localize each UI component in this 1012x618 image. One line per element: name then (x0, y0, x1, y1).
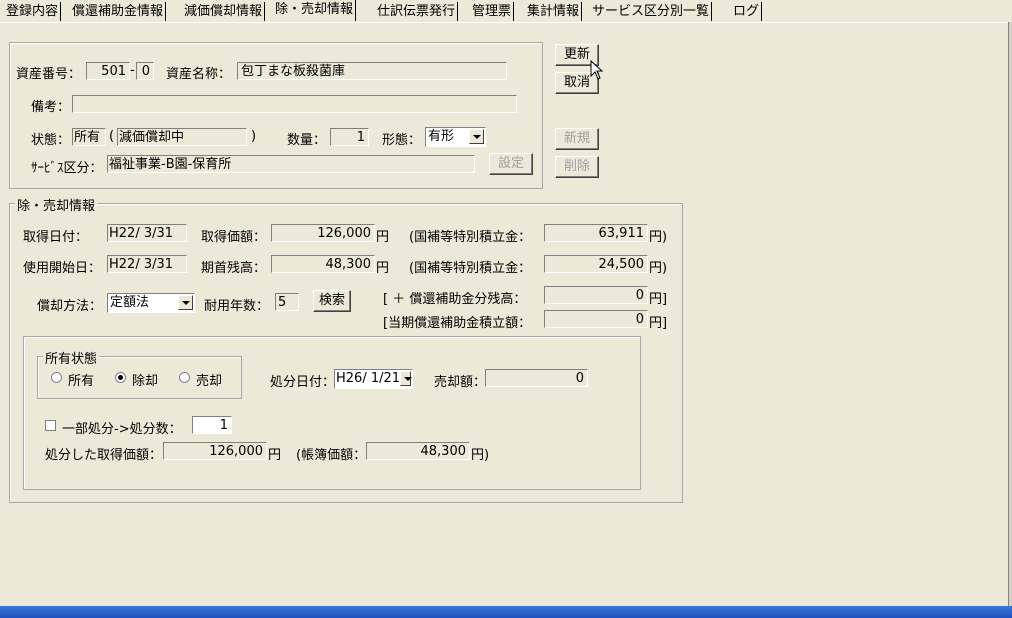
tab-summary[interactable]: 集計情報 (525, 2, 583, 21)
radio-owned-label: 所有 (68, 374, 95, 389)
partial-disposal-label: 一部処分->処分数： (62, 422, 182, 437)
new-button[interactable]: 新規 (555, 128, 599, 150)
subsidy2-suffix: 円) (649, 261, 668, 276)
book-value-label: (帳簿価額： (296, 448, 367, 463)
asset-number-separator: - (130, 63, 135, 78)
tab-bar: 登録内容 償還補助金情報 減価償却情報 除・売却情報 仕訳伝票発行 管理票 集計… (0, 0, 1012, 23)
acq-date-label: 取得日付： (23, 230, 89, 245)
radio-disposed[interactable] (115, 372, 126, 383)
opening-balance-field: 48,300 (271, 255, 375, 273)
repay-balance-suffix: 円] (649, 292, 668, 307)
form-select[interactable]: 有形 (425, 127, 486, 147)
tab-depreciation[interactable]: 減価償却情報 (182, 2, 266, 21)
asset-name-label: 資産名称： (166, 67, 232, 82)
asset-name-field[interactable]: 包丁まな板殺菌庫 (237, 62, 507, 80)
radio-sold-label: 売却 (196, 374, 223, 389)
life-field[interactable]: 5 (275, 293, 299, 311)
tab-disposal-sale[interactable]: 除・売却情報 (273, 0, 357, 21)
sale-amount-field[interactable]: 0 (485, 369, 588, 387)
current-reserve-field: 0 (544, 310, 648, 328)
status-detail-field: 減価償却中 (117, 128, 247, 146)
repay-balance-field: 0 (544, 286, 648, 304)
tab-log[interactable]: ログ (731, 2, 763, 21)
subsidy1-suffix: 円) (649, 230, 668, 245)
disposed-acq-yen: 円 (268, 448, 282, 463)
search-button[interactable]: 検索 (313, 290, 351, 312)
sale-amount-label: 売却額： (434, 375, 487, 390)
tab-journal-voucher[interactable]: 仕訳伝票発行 (375, 2, 459, 21)
opening-balance-yen: 円 (376, 261, 390, 276)
service-setting-button[interactable]: 設定 (489, 153, 533, 175)
radio-sold[interactable] (179, 372, 190, 383)
quantity-label: 数量： (287, 133, 327, 148)
asset-number-field[interactable]: 501 (86, 62, 130, 80)
form-label: 形態： (382, 133, 422, 148)
disposal-group-title: 除・売却情報 (15, 195, 98, 214)
disposed-acq-label: 処分した取得価額： (45, 448, 163, 463)
chevron-down-icon[interactable] (400, 371, 412, 386)
subsidy2-field: 24,500 (544, 255, 648, 273)
mouse-cursor-icon (590, 60, 604, 80)
partial-disposal-checkbox[interactable] (45, 420, 56, 431)
book-value-field: 48,300 (366, 442, 470, 460)
disposal-date-label: 処分日付： (270, 375, 336, 390)
partial-disposal-field[interactable]: 1 (192, 416, 232, 434)
chevron-down-icon[interactable] (469, 129, 484, 144)
acq-price-yen: 円 (376, 230, 390, 245)
status-field: 所有 (72, 128, 106, 146)
tab-registration[interactable]: 登録内容 (4, 2, 62, 21)
status-open-paren: ( (109, 129, 115, 144)
subsidy1-field: 63,911 (544, 224, 648, 242)
tab-repayment-subsidy[interactable]: 償還補助金情報 (70, 2, 167, 21)
start-date-label: 使用開始日： (23, 261, 102, 276)
status-label: 状態： (31, 133, 71, 148)
tab-management-sheet[interactable]: 管理票 (470, 2, 515, 21)
start-date-field: H22/ 3/31 (107, 255, 187, 273)
service-field: 福祉事業-B園-保育所 (107, 155, 475, 173)
ownership-status-title: 所有状態 (43, 348, 100, 367)
acq-price-field: 126,000 (271, 224, 375, 242)
radio-owned[interactable] (51, 372, 62, 383)
asset-subnumber-field[interactable]: 0 (136, 62, 154, 80)
tab-service-list[interactable]: サービス区分別一覧 (590, 2, 713, 21)
method-label: 償却方法： (37, 299, 103, 314)
disposal-date-picker[interactable]: H26/ 1/21 (334, 369, 413, 389)
subsidy1-label: (国補等特別積立金： (409, 230, 532, 245)
disposed-acq-field: 126,000 (163, 442, 267, 460)
remarks-label: 備考： (31, 100, 71, 115)
service-label: ｻｰﾋﾞｽ区分： (31, 161, 103, 176)
form-select-value: 有形 (428, 129, 455, 144)
radio-disposed-label: 除却 (132, 374, 159, 389)
current-reserve-label: [当期償還補助金積立額： (383, 316, 532, 331)
method-select-value: 定額法 (110, 295, 150, 310)
remarks-field[interactable] (72, 95, 517, 113)
current-reserve-suffix: 円] (649, 316, 668, 331)
acq-date-field: H22/ 3/31 (107, 224, 187, 242)
repay-balance-label: [ ＋ 償還補助金分残高： (383, 292, 527, 307)
status-close-paren: ) (251, 129, 257, 144)
method-select[interactable]: 定額法 (107, 293, 195, 313)
delete-button[interactable]: 削除 (555, 156, 599, 178)
book-value-suffix: 円) (471, 448, 490, 463)
opening-balance-label: 期首残高： (201, 261, 267, 276)
taskbar (0, 606, 1012, 618)
window-right-edge (1008, 22, 1012, 606)
life-label: 耐用年数： (204, 299, 270, 314)
subsidy2-label: (国補等特別積立金： (409, 261, 532, 276)
acq-price-label: 取得価額： (201, 230, 267, 245)
disposal-date-value: H26/ 1/21 (336, 371, 401, 386)
quantity-field[interactable]: 1 (330, 128, 369, 146)
asset-number-label: 資産番号： (16, 67, 82, 82)
chevron-down-icon[interactable] (178, 295, 193, 310)
